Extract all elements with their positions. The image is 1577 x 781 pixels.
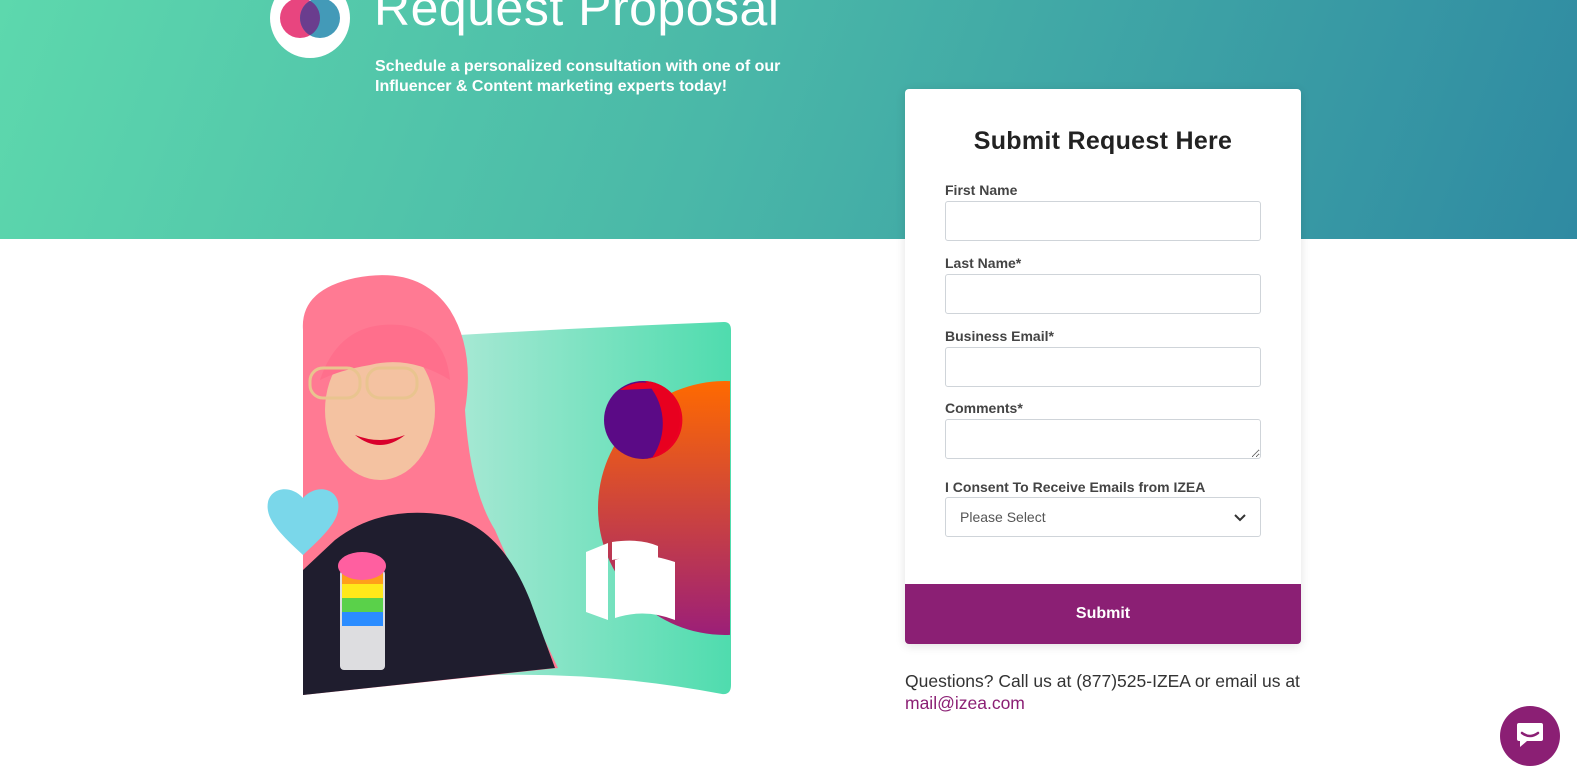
last-name-input[interactable]: [945, 274, 1261, 314]
hero-illustration: [260, 270, 750, 710]
page-subtitle: Schedule a personalized consultation wit…: [375, 58, 781, 95]
hero-banner: Request Proposal Schedule a personalized…: [0, 0, 1577, 239]
chevron-down-icon: [1234, 509, 1246, 525]
consent-label: I Consent To Receive Emails from IZEA: [945, 479, 1206, 495]
chat-launcher-button[interactable]: [1500, 706, 1560, 766]
izea-logo-icon: [270, 0, 350, 58]
consent-select-value: Please Select: [960, 509, 1046, 525]
contact-text: Questions? Call us at (877)525-IZEA or e…: [905, 671, 1300, 691]
submit-button[interactable]: Submit: [905, 584, 1301, 644]
chat-bubble-icon: [1515, 719, 1545, 754]
last-name-label: Last Name*: [945, 255, 1022, 271]
business-email-input[interactable]: [945, 347, 1261, 387]
business-email-label: Business Email*: [945, 328, 1054, 344]
first-name-label: First Name: [945, 182, 1018, 198]
comments-label: Comments*: [945, 400, 1023, 416]
first-name-input[interactable]: [945, 201, 1261, 241]
page-title: Request Proposal: [374, 0, 780, 36]
consent-select[interactable]: Please Select: [945, 497, 1261, 537]
contact-email-link[interactable]: mail@izea.com: [905, 693, 1025, 713]
contact-info: Questions? Call us at (877)525-IZEA or e…: [905, 670, 1305, 714]
form-title: Submit Request Here: [973, 127, 1233, 155]
comments-textarea[interactable]: [945, 419, 1261, 459]
